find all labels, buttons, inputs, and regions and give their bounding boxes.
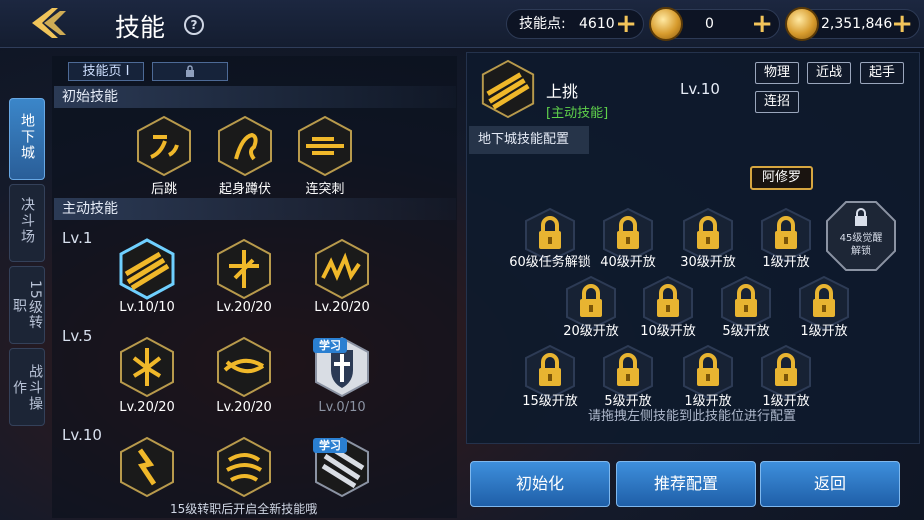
learn-badge: 学习 (313, 338, 347, 353)
drag-hint: 请拖拽左侧技能到此技能位进行配置 (588, 409, 797, 424)
skill-level: Lv.20/20 (216, 400, 272, 415)
skill-name: 起身蹲伏 (218, 182, 271, 197)
job-change-hint: 15级转职后开启全新技能哦 (170, 502, 318, 516)
skill-tag: 近战 (807, 62, 852, 84)
learn-badge: 学习 (313, 438, 347, 453)
skill-slot-icon[interactable] (213, 238, 275, 300)
skill-points-value: 4610 (579, 16, 615, 32)
selected-skill-icon (478, 58, 538, 120)
tab-arena[interactable]: 决斗场 (9, 184, 45, 262)
skill-slot-icon[interactable] (116, 436, 178, 498)
reset-button[interactable]: 初始化 (470, 461, 610, 507)
skill-dash-stab[interactable] (294, 115, 356, 177)
slot-unlock-label: 1级开放 (762, 255, 810, 270)
add-gold-button[interactable]: + (891, 11, 913, 37)
skill-upper-slash[interactable] (116, 238, 178, 300)
skill-points-counter: 技能点: 4610 + (506, 9, 644, 39)
tab-battle-controls-label: 战斗操作 (11, 364, 43, 412)
skill-crouch[interactable] (214, 115, 276, 177)
skill-level: Lv.10/10 (119, 300, 175, 315)
selected-skill-level: Lv.10 (680, 80, 720, 98)
selected-skill-name: 上挑 (546, 82, 579, 101)
awaken-label: 45级觉醒 解锁 (824, 232, 898, 258)
level-group-label: Lv.5 (62, 327, 93, 345)
locked-page-tab[interactable] (152, 62, 228, 81)
skill-tag: 连招 (755, 91, 800, 113)
skill-level: Lv.20/20 (216, 300, 272, 315)
coin-icon (649, 7, 683, 41)
skill-points-label: 技能点: (519, 16, 566, 32)
gold-value: 2,351,846 (821, 16, 893, 32)
coin-counter: 0 + (649, 7, 780, 41)
tab-dungeon-label: 地下城 (19, 113, 35, 161)
initial-skills-header: 初始技能 (54, 86, 456, 108)
coin-value: 0 (705, 16, 714, 32)
tab-arena-label: 决斗场 (19, 197, 35, 245)
help-icon[interactable]: ? (184, 15, 204, 35)
skill-tag: 物理 (755, 62, 800, 84)
tab-job-change-label: 15级转职 (11, 280, 43, 330)
skill-name: 连突刺 (305, 182, 345, 197)
skill-name: 后跳 (150, 182, 177, 197)
skill-level: Lv.20/20 (119, 400, 175, 415)
skill-tag: 起手 (860, 62, 905, 84)
gold-icon (785, 7, 819, 41)
selected-skill-type: [主动技能] (546, 106, 609, 121)
slot-unlock-label: 1级开放 (800, 324, 848, 339)
skill-level: Lv.20/20 (314, 300, 370, 315)
tab-job-change[interactable]: 15级转职 (9, 266, 45, 344)
awaken-label-line2: 解锁 (851, 246, 871, 257)
tab-dungeon[interactable]: 地下城 (9, 98, 45, 180)
tab-battle-controls[interactable]: 战斗操作 (9, 348, 45, 426)
lock-icon (186, 65, 194, 77)
level-group-label: Lv.10 (62, 426, 102, 444)
active-skills-header: 主动技能 (54, 198, 456, 220)
skill-back-jump[interactable] (133, 115, 195, 177)
skill-page-tab[interactable]: 技能页 I (68, 62, 144, 81)
back-arrow-icon[interactable] (30, 6, 74, 40)
skill-level: Lv.0/10 (318, 400, 366, 415)
skill-slot-icon[interactable] (213, 336, 275, 398)
add-coin-button[interactable]: + (751, 11, 773, 37)
recommend-config-button[interactable]: 推荐配置 (616, 461, 756, 507)
skill-slot-icon[interactable] (213, 436, 275, 498)
level-group-label: Lv.1 (62, 229, 93, 247)
gold-counter: 2,351,846 + (785, 7, 920, 41)
config-title: 地下城技能配置 (469, 126, 589, 154)
skill-slot-icon[interactable] (311, 238, 373, 300)
awaken-label-line1: 45级觉醒 (839, 233, 883, 244)
hero-label: 阿修罗 (750, 166, 814, 190)
add-skill-points-button[interactable]: + (615, 11, 637, 37)
back-button[interactable]: 返回 (760, 461, 900, 507)
skill-slot-icon[interactable] (116, 336, 178, 398)
side-tabs: 地下城 决斗场 15级转职 战斗操作 (9, 98, 45, 430)
page-title: 技能 (115, 13, 166, 42)
